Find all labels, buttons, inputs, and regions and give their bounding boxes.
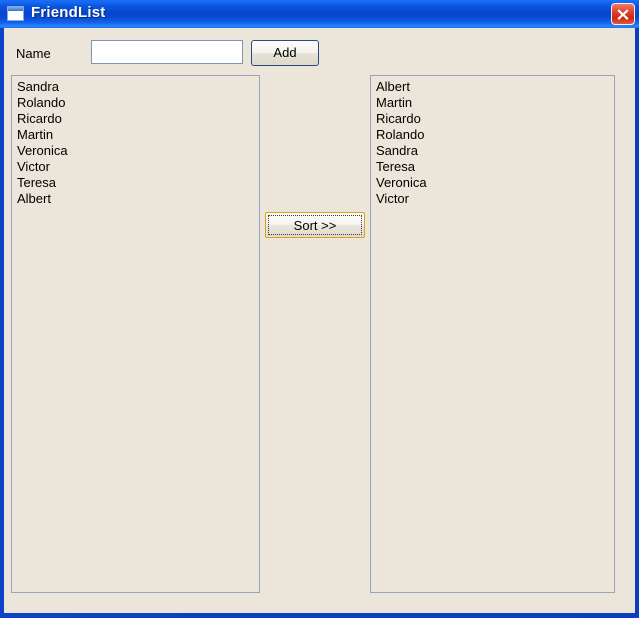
sort-button-focus-ring: Sort >>	[268, 215, 362, 235]
list-item[interactable]: Victor	[12, 159, 259, 175]
friend-list-sorted[interactable]: Albert Martin Ricardo Rolando Sandra Ter…	[370, 75, 615, 593]
list-item[interactable]: Veronica	[12, 143, 259, 159]
window-icon	[7, 6, 24, 21]
list-item[interactable]: Teresa	[12, 175, 259, 191]
add-button[interactable]: Add	[251, 40, 319, 66]
application-window: FriendList Name Add Sandra Rolando Ricar…	[0, 0, 639, 618]
sort-button[interactable]: Sort >>	[265, 212, 365, 238]
name-input[interactable]	[91, 40, 243, 64]
close-icon[interactable]	[611, 3, 635, 25]
title-bar: FriendList	[0, 0, 639, 28]
list-item[interactable]: Sandra	[371, 143, 614, 159]
list-item[interactable]: Victor	[371, 191, 614, 207]
list-item[interactable]: Albert	[371, 79, 614, 95]
list-item[interactable]: Teresa	[371, 159, 614, 175]
sort-button-label: Sort >>	[293, 217, 337, 233]
list-item[interactable]: Rolando	[12, 95, 259, 111]
window-title: FriendList	[31, 4, 106, 21]
list-item[interactable]: Sandra	[12, 79, 259, 95]
client-area: Name Add Sandra Rolando Ricardo Martin V…	[4, 28, 635, 613]
list-item[interactable]: Ricardo	[371, 111, 614, 127]
list-item[interactable]: Martin	[12, 127, 259, 143]
list-item[interactable]: Rolando	[371, 127, 614, 143]
name-label: Name	[16, 46, 51, 61]
list-item[interactable]: Albert	[12, 191, 259, 207]
friend-list-unsorted[interactable]: Sandra Rolando Ricardo Martin Veronica V…	[11, 75, 260, 593]
list-item[interactable]: Ricardo	[12, 111, 259, 127]
list-item[interactable]: Veronica	[371, 175, 614, 191]
list-item[interactable]: Martin	[371, 95, 614, 111]
